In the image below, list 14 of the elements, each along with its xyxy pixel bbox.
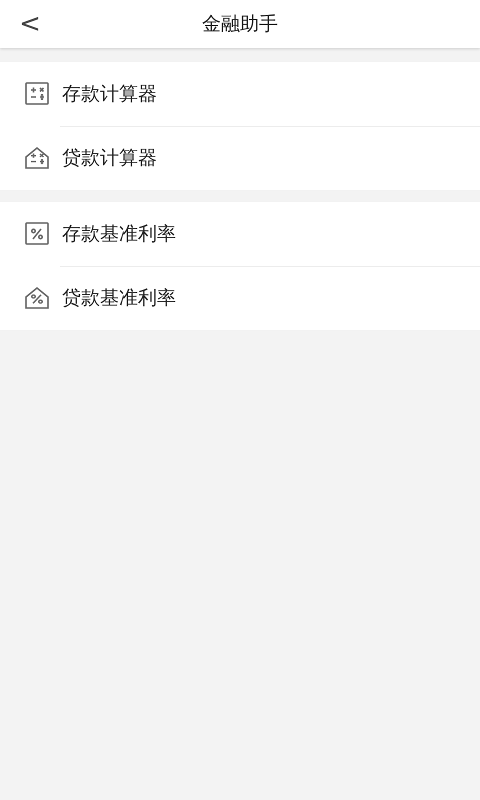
page-title: 金融助手 xyxy=(202,12,278,37)
back-button[interactable]: < xyxy=(14,8,46,40)
menu-item-label: 贷款计算器 xyxy=(62,146,157,171)
menu-item-label: 存款计算器 xyxy=(62,82,157,107)
menu-item-label: 贷款基准利率 xyxy=(62,286,176,311)
house-percent-icon xyxy=(24,285,50,311)
menu-item[interactable]: 贷款计算器 xyxy=(0,126,480,190)
house-calculator-icon xyxy=(24,145,50,171)
menu-item[interactable]: 存款计算器 xyxy=(0,62,480,126)
calculator-icon xyxy=(24,81,50,107)
percent-icon xyxy=(24,221,50,247)
menu-item-label: 存款基准利率 xyxy=(62,222,176,247)
menu-item[interactable]: 贷款基准利率 xyxy=(0,266,480,330)
menu-item[interactable]: 存款基准利率 xyxy=(0,202,480,266)
